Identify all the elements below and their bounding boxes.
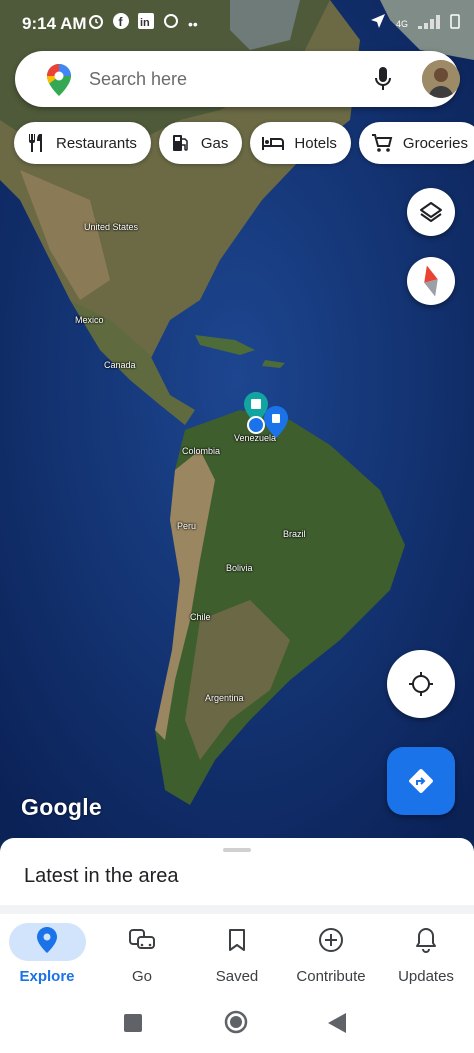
linkedin-icon: in (138, 13, 154, 34)
status-bar: 9:14 AM f in •• 4G (0, 0, 474, 48)
location-pin-icon (31, 924, 63, 956)
chip-restaurants[interactable]: Restaurants (14, 122, 151, 164)
map-label-argentina: Argentina (205, 693, 244, 703)
place-marker-shopping[interactable] (264, 406, 288, 438)
divider (0, 905, 474, 914)
nav-label: Updates (398, 968, 454, 985)
recents-button[interactable] (124, 1014, 142, 1037)
commute-icon (126, 924, 158, 956)
nav-saved[interactable]: Saved (190, 918, 284, 988)
fork-knife-icon (29, 134, 42, 152)
directions-button[interactable] (387, 747, 455, 815)
nav-contribute[interactable]: Contribute (284, 918, 378, 988)
alarm-icon (88, 13, 104, 34)
chip-groceries[interactable]: Groceries (358, 122, 474, 164)
chip-label: Restaurants (56, 134, 137, 152)
cart-icon (371, 134, 393, 152)
bottom-nav: Explore Go Saved Contribute Updates (0, 918, 474, 988)
back-button[interactable] (328, 1013, 346, 1038)
map-label-chile: Chile (190, 612, 211, 622)
nav-explore[interactable]: Explore (0, 918, 94, 988)
bottom-sheet[interactable]: Latest in the area Explore Go Saved Cont… (0, 838, 474, 1053)
pinwheel-icon (163, 13, 179, 34)
my-location-button[interactable] (387, 650, 455, 718)
more-dots-icon: •• (188, 15, 198, 32)
status-time: 9:14 AM (22, 14, 87, 33)
google-watermark: Google (21, 794, 103, 820)
layers-button[interactable] (407, 188, 455, 236)
avatar[interactable] (422, 60, 460, 98)
add-circle-icon (315, 924, 347, 956)
nav-label: Saved (215, 968, 259, 985)
search-input[interactable]: Search here (89, 69, 187, 90)
bookmark-icon (221, 924, 253, 956)
map-label-united-states: United States (84, 222, 139, 232)
map-label-bolivia: Bolivia (226, 563, 253, 573)
drag-handle[interactable] (223, 848, 251, 852)
home-button[interactable] (224, 1010, 248, 1039)
battery-icon (450, 13, 460, 34)
layers-icon (420, 202, 442, 222)
chip-label: Gas (200, 134, 229, 152)
nav-updates[interactable]: Updates (379, 918, 473, 988)
bell-icon (410, 924, 442, 956)
map-label-colombia: Colombia (182, 446, 221, 456)
nav-label: Go (131, 968, 152, 985)
chip-gas[interactable]: Gas (158, 122, 243, 164)
map-label-brazil: Brazil (283, 529, 306, 539)
my-location-icon (409, 672, 433, 696)
compass-button[interactable] (407, 257, 455, 305)
facebook-icon: f (113, 13, 129, 34)
signal-icon (418, 14, 440, 34)
compass-icon (424, 265, 438, 297)
sheet-title: Latest in the area (24, 865, 179, 887)
nav-label: Explore (19, 968, 75, 985)
map-label-canada: Canada (104, 360, 136, 370)
microphone-icon[interactable] (371, 65, 395, 98)
maps-pin-icon (47, 64, 71, 101)
nav-go[interactable]: Go (95, 918, 189, 988)
category-chips: Restaurants Gas Hotels Groceries (14, 122, 474, 166)
bed-icon (262, 137, 285, 150)
svg-text:in: in (140, 17, 150, 29)
chip-label: Hotels (294, 134, 337, 152)
map-label-peru: Peru (177, 521, 197, 531)
gas-pump-icon (172, 135, 188, 151)
directions-icon (409, 769, 433, 793)
search-bar[interactable]: Search here (15, 51, 460, 107)
location-arrow-icon (370, 13, 386, 34)
chip-hotels[interactable]: Hotels (250, 122, 351, 164)
network-type: 4G (395, 18, 408, 29)
nav-label: Contribute (296, 968, 366, 985)
system-nav-bar (0, 998, 474, 1053)
map-label-mexico: Mexico (75, 315, 104, 325)
chip-label: Groceries (402, 134, 468, 152)
current-location-dot (247, 416, 265, 434)
